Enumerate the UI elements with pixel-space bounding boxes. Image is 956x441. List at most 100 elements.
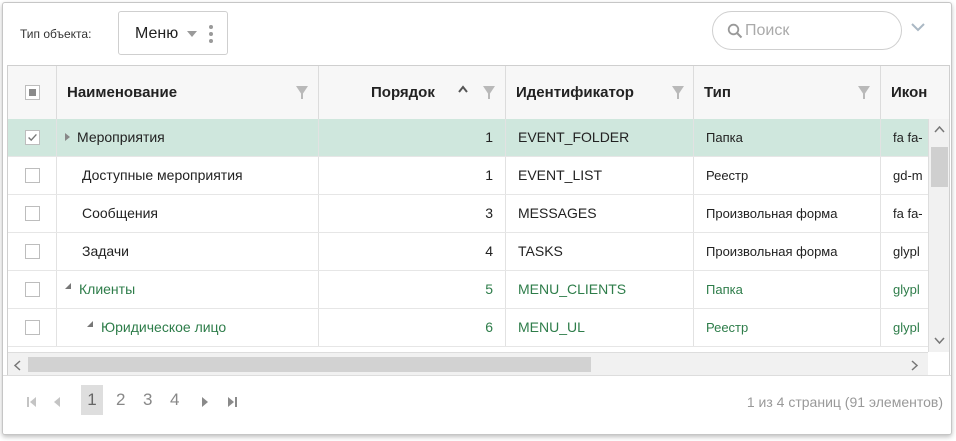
table-row[interactable]: Клиенты 5 MENU_CLIENTS Папка glypl bbox=[8, 271, 928, 309]
first-page-icon[interactable] bbox=[27, 397, 37, 407]
cell-type: Реестр bbox=[694, 157, 881, 194]
table-row[interactable]: Доступные мероприятия 1 EVENT_LIST Реест… bbox=[8, 157, 928, 195]
vertical-scrollbar[interactable] bbox=[928, 119, 949, 352]
collapse-arrow-icon[interactable] bbox=[65, 283, 71, 290]
dropdown-caret-icon[interactable] bbox=[187, 31, 197, 37]
data-grid: Наименование Порядок Идентификатор Тип И… bbox=[7, 65, 950, 376]
grid-header: Наименование Порядок Идентификатор Тип И… bbox=[8, 66, 949, 120]
cell-name: Сообщения bbox=[57, 195, 319, 232]
search-placeholder: Поиск bbox=[745, 22, 790, 39]
filter-icon[interactable] bbox=[483, 86, 495, 99]
cell-icon: fa fa- bbox=[893, 206, 923, 221]
filter-icon[interactable] bbox=[858, 86, 870, 99]
collapse-arrow-icon[interactable] bbox=[87, 321, 93, 328]
select-all-checkbox[interactable] bbox=[25, 85, 40, 100]
header-select-cell bbox=[8, 66, 57, 119]
cell-name: Доступные мероприятия bbox=[57, 157, 319, 194]
cell-name: Мероприятия bbox=[57, 119, 319, 156]
cell-icon: gd-m bbox=[893, 168, 923, 183]
row-checkbox[interactable] bbox=[25, 244, 40, 259]
kebab-menu-icon[interactable] bbox=[209, 25, 213, 46]
header-type[interactable]: Тип bbox=[694, 66, 881, 119]
cell-type: Папка bbox=[694, 119, 881, 156]
object-type-value: Меню bbox=[135, 25, 179, 42]
scroll-right-icon[interactable] bbox=[911, 360, 919, 371]
cell-type: Произвольная форма bbox=[694, 195, 881, 232]
cell-type: Реестр bbox=[694, 309, 881, 346]
table-row[interactable]: Задачи 4 TASKS Произвольная форма glypl bbox=[8, 233, 928, 271]
cell-order: 4 bbox=[319, 233, 506, 270]
row-name: Клиенты bbox=[79, 281, 136, 297]
header-identifier-label: Идентификатор bbox=[516, 84, 634, 101]
cell-identifier: EVENT_FOLDER bbox=[506, 119, 694, 156]
header-order-label: Порядок bbox=[371, 84, 435, 101]
header-name-label: Наименование bbox=[67, 84, 178, 101]
object-type-label: Тип объекта: bbox=[20, 27, 92, 41]
scroll-down-icon[interactable] bbox=[934, 337, 945, 345]
cell-identifier: TASKS bbox=[506, 233, 694, 270]
cell-icon: fa fa- bbox=[893, 130, 923, 145]
page-4[interactable]: 4 bbox=[170, 390, 179, 410]
table-row[interactable]: Юридическое лицо 6 MENU_UL Реестр glypl bbox=[8, 309, 928, 347]
cell-order: 1 bbox=[319, 157, 506, 194]
prev-page-icon[interactable] bbox=[53, 397, 61, 407]
horizontal-scroll-thumb[interactable] bbox=[28, 357, 591, 372]
cell-identifier: MENU_UL bbox=[506, 309, 694, 346]
row-checkbox[interactable] bbox=[25, 282, 40, 297]
grid-panel: Тип объекта: Меню Поиск Наименование Пор… bbox=[2, 2, 952, 435]
cell-order: 3 bbox=[319, 195, 506, 232]
cell-name: Юридическое лицо bbox=[57, 309, 319, 346]
expand-arrow-icon[interactable] bbox=[65, 133, 70, 142]
cell-identifier: MESSAGES bbox=[506, 195, 694, 232]
cell-order: 5 bbox=[319, 271, 506, 308]
row-checkbox[interactable] bbox=[25, 206, 40, 221]
pager-info: 1 из 4 страниц (91 элементов) bbox=[746, 394, 943, 410]
scroll-left-icon[interactable] bbox=[13, 360, 21, 371]
object-type-select[interactable]: Меню bbox=[118, 11, 228, 55]
row-checkbox[interactable] bbox=[25, 320, 40, 335]
header-identifier[interactable]: Идентификатор bbox=[506, 66, 694, 119]
pager: 1 2 3 4 1 из 4 страниц (91 элементов) bbox=[3, 375, 951, 434]
cell-order: 1 bbox=[319, 119, 506, 156]
header-icon-label: Икон bbox=[891, 84, 928, 101]
page-1[interactable]: 1 bbox=[81, 385, 103, 415]
header-name[interactable]: Наименование bbox=[57, 66, 319, 119]
cell-type: Произвольная форма bbox=[694, 233, 881, 270]
cell-name: Задачи bbox=[57, 233, 319, 270]
row-name: Мероприятия bbox=[77, 129, 165, 145]
cell-identifier: MENU_CLIENTS bbox=[506, 271, 694, 308]
cell-name: Клиенты bbox=[57, 271, 319, 308]
toolbar: Тип объекта: Меню Поиск bbox=[3, 3, 951, 65]
header-type-label: Тип bbox=[704, 84, 731, 101]
last-page-icon[interactable] bbox=[227, 397, 237, 407]
cell-icon: glypl bbox=[893, 282, 920, 297]
sort-ascending-icon[interactable] bbox=[458, 84, 468, 94]
row-select-cell bbox=[8, 271, 57, 308]
cell-order: 6 bbox=[319, 309, 506, 346]
page-3[interactable]: 3 bbox=[143, 390, 152, 410]
filter-icon[interactable] bbox=[672, 86, 684, 99]
row-select-cell bbox=[8, 195, 57, 232]
search-input[interactable]: Поиск bbox=[712, 11, 902, 50]
row-select-cell bbox=[8, 119, 57, 156]
scroll-up-icon[interactable] bbox=[934, 125, 945, 133]
horizontal-scrollbar[interactable] bbox=[8, 352, 928, 376]
cell-identifier: EVENT_LIST bbox=[506, 157, 694, 194]
row-name: Юридическое лицо bbox=[101, 319, 227, 335]
vertical-scroll-thumb[interactable] bbox=[931, 147, 948, 187]
header-order[interactable]: Порядок bbox=[319, 66, 506, 119]
row-checkbox[interactable] bbox=[25, 168, 40, 183]
search-icon bbox=[727, 23, 743, 39]
row-select-cell bbox=[8, 157, 57, 194]
next-page-icon[interactable] bbox=[201, 397, 209, 407]
table-row[interactable]: Сообщения 3 MESSAGES Произвольная форма … bbox=[8, 195, 928, 233]
filter-icon[interactable] bbox=[296, 86, 308, 99]
row-select-cell bbox=[8, 309, 57, 346]
row-checkbox[interactable] bbox=[25, 130, 40, 145]
chevron-down-icon[interactable] bbox=[910, 20, 926, 34]
header-icon[interactable]: Икон bbox=[881, 66, 928, 119]
cell-icon: glypl bbox=[893, 320, 920, 335]
table-row[interactable]: Мероприятия 1 EVENT_FOLDER Папка fa fa- bbox=[8, 119, 928, 157]
row-select-cell bbox=[8, 233, 57, 270]
page-2[interactable]: 2 bbox=[116, 390, 125, 410]
